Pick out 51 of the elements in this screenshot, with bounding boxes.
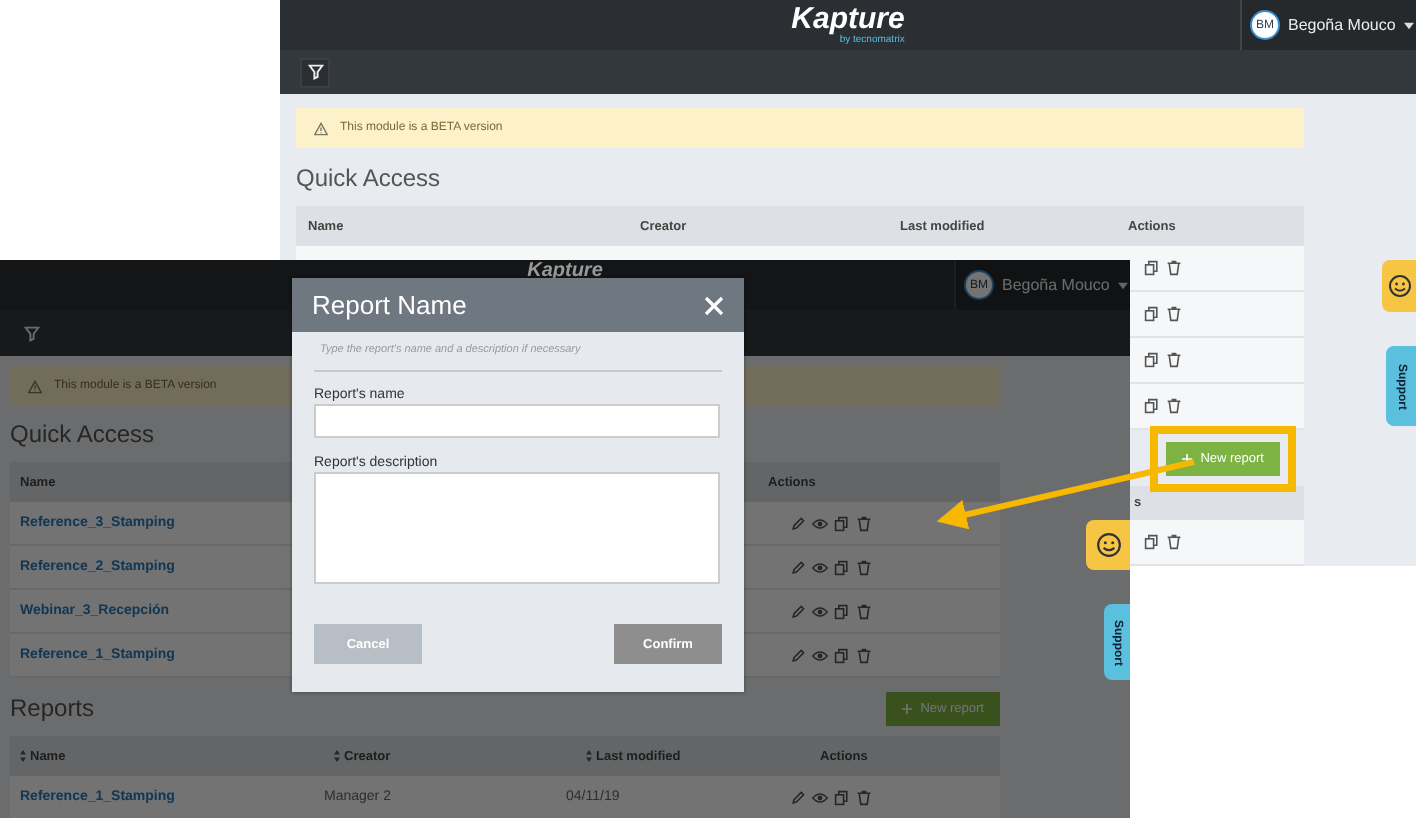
copy-icon[interactable] xyxy=(834,603,850,619)
feedback-tab[interactable] xyxy=(1086,520,1130,570)
sort-icon[interactable] xyxy=(20,750,26,762)
trash-icon[interactable] xyxy=(1166,534,1182,550)
trash-icon[interactable] xyxy=(856,789,872,805)
filter-icon[interactable] xyxy=(307,64,323,80)
input-field[interactable] xyxy=(314,404,720,438)
pencil-icon[interactable] xyxy=(790,789,806,805)
eye-icon[interactable] xyxy=(812,789,828,805)
trash-icon[interactable] xyxy=(1166,352,1182,368)
pencil-icon[interactable] xyxy=(790,647,806,663)
copy-icon[interactable] xyxy=(1144,352,1160,368)
logo: Kapture xyxy=(527,262,603,280)
warning-icon xyxy=(28,379,42,393)
section-title: Quick Access xyxy=(10,420,155,448)
trash-icon[interactable] xyxy=(1166,260,1182,276)
copy-icon[interactable] xyxy=(1144,306,1160,322)
sort-icon[interactable] xyxy=(334,750,340,762)
dialog-title: Report Name xyxy=(312,290,467,320)
trash-icon[interactable] xyxy=(856,515,872,531)
copy-icon[interactable] xyxy=(834,515,850,531)
close-icon[interactable] xyxy=(704,295,724,315)
copy-icon[interactable] xyxy=(1144,534,1160,550)
copy-icon[interactable] xyxy=(834,647,850,663)
eye-icon[interactable] xyxy=(812,603,828,619)
plus-icon xyxy=(1182,453,1193,463)
pencil-icon[interactable] xyxy=(790,603,806,619)
copy-icon[interactable] xyxy=(1144,398,1160,414)
trash-icon[interactable] xyxy=(856,647,872,663)
copy-icon[interactable] xyxy=(834,789,850,805)
eye-icon[interactable] xyxy=(812,647,828,663)
pencil-icon[interactable] xyxy=(790,559,806,575)
trash-icon[interactable] xyxy=(856,603,872,619)
pencil-icon[interactable] xyxy=(790,515,806,531)
trash-icon[interactable] xyxy=(1166,306,1182,322)
eye-icon[interactable] xyxy=(812,559,828,575)
copy-icon[interactable] xyxy=(1144,260,1160,276)
plus-icon xyxy=(902,703,913,713)
caret-icon xyxy=(1403,21,1414,29)
smiley-icon xyxy=(1095,532,1121,558)
logo: Kapture xyxy=(791,5,905,33)
sort-icon[interactable] xyxy=(586,750,592,762)
copy-icon[interactable] xyxy=(834,559,850,575)
feedback-tab[interactable] xyxy=(1382,260,1416,312)
section-title: Quick Access xyxy=(296,164,441,192)
warning-icon xyxy=(314,121,328,135)
smiley-icon xyxy=(1387,274,1411,298)
section-title: Reports xyxy=(10,694,95,722)
eye-icon[interactable] xyxy=(812,515,828,531)
trash-icon[interactable] xyxy=(1166,398,1182,414)
trash-icon[interactable] xyxy=(856,559,872,575)
